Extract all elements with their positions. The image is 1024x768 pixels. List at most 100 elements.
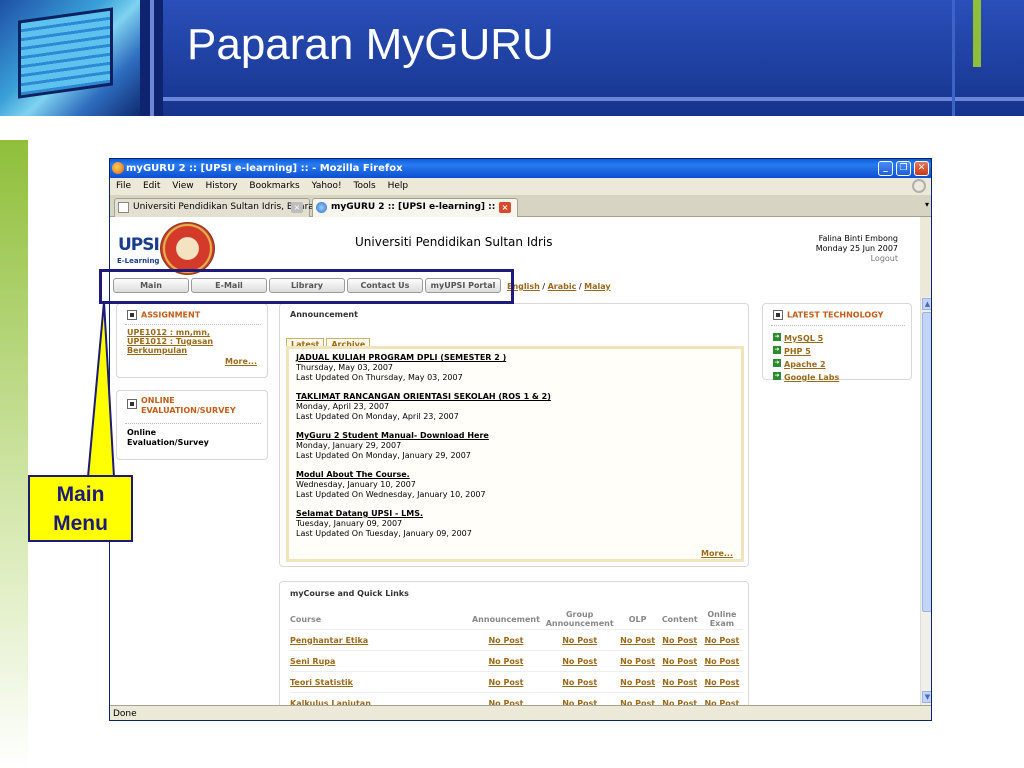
announcement-updated: Last Updated On Tuesday, January 09, 200… [296, 529, 472, 538]
cell-link[interactable]: No Post [616, 629, 659, 651]
arrow-right-icon: ➜ [773, 358, 781, 367]
cell-link[interactable]: No Post [616, 650, 659, 672]
cell-link[interactable]: No Post [658, 629, 701, 651]
technology-header: LATEST TECHNOLOGY [773, 310, 883, 320]
status-bar: Done [110, 705, 931, 720]
cell-link[interactable]: No Post [700, 650, 743, 672]
menu-history[interactable]: History [205, 178, 237, 195]
course-panel-title: myCourse and Quick Links [290, 589, 409, 598]
minimize-button[interactable]: _ [878, 161, 893, 176]
cell-link[interactable]: No Post [616, 671, 659, 693]
scroll-down-icon[interactable]: ▼ [922, 691, 931, 703]
announcement-date: Monday, April 23, 2007 [296, 402, 390, 411]
announcement-item: JADUAL KULIAH PROGRAM DPLI (SEMESTER 2 )… [296, 353, 551, 383]
technology-link[interactable]: Apache 2 [784, 360, 826, 369]
menu-view[interactable]: View [172, 178, 193, 195]
globe-icon [316, 202, 327, 213]
cell-link[interactable]: No Post [542, 671, 617, 693]
technology-link[interactable]: Google Labs [784, 373, 839, 382]
lang-separator: / [576, 282, 585, 291]
table-row: Seni Rupa No Post No Post No Post No Post No … [290, 650, 743, 672]
maximize-button[interactable]: ❐ [896, 161, 911, 176]
cell-link[interactable]: No Post [658, 671, 701, 693]
logout-link[interactable]: Logout [816, 254, 898, 264]
cell-link[interactable]: No Post [542, 629, 617, 651]
browser-window: myGURU 2 :: [UPSI e-learning] :: - Mozil… [109, 158, 932, 721]
document-icon [127, 310, 137, 320]
announcement-panel: Announcement Latest Archive JADUAL KULIAH… [279, 303, 749, 567]
cell-link[interactable]: No Post [658, 650, 701, 672]
lang-malay-link[interactable]: Malay [584, 282, 610, 291]
cell-link[interactable]: No Post [469, 629, 543, 651]
announcement-item: Selamat Datang UPSI - LMS. Tuesday, Janua… [296, 509, 551, 539]
assignment-link[interactable]: UPE1012 : mn,mn, [127, 328, 213, 337]
col-content: Content [658, 609, 701, 630]
course-link[interactable]: Seni Rupa [290, 650, 470, 672]
technology-title: LATEST TECHNOLOGY [787, 310, 884, 320]
col-course: Course [290, 609, 470, 630]
technology-link[interactable]: MySQL 5 [784, 334, 823, 343]
scrollbar-thumb[interactable] [922, 312, 931, 612]
announcement-link[interactable]: Selamat Datang UPSI - LMS. [296, 509, 551, 519]
vertical-scrollbar[interactable]: ▲ ▼ [920, 297, 931, 705]
table-row: Teori Statistik No Post No Post No Post No P… [290, 671, 743, 693]
menu-edit[interactable]: Edit [143, 178, 160, 195]
course-link[interactable]: Penghantar Etika [290, 629, 470, 651]
language-switcher: English / Arabic / Malay [507, 282, 611, 291]
cell-link[interactable]: No Post [469, 671, 543, 693]
assignment-link[interactable]: Berkumpulan [127, 346, 213, 355]
menu-file[interactable]: File [116, 178, 131, 195]
callout-line1: Main [56, 483, 105, 506]
announcement-date: Tuesday, January 09, 2007 [296, 519, 403, 528]
menu-bookmarks[interactable]: Bookmarks [249, 178, 299, 195]
announcement-link[interactable]: Modul About The Course. [296, 470, 551, 480]
tab-label: Universiti Pendidikan Sultan Idris, Bita… [133, 202, 314, 212]
header-green-accent [973, 0, 981, 67]
tab-list-chevron-icon[interactable]: ▾ [925, 200, 929, 209]
close-window-button[interactable]: ✕ [914, 161, 929, 176]
page-icon [118, 202, 129, 213]
arrow-right-icon: ➜ [773, 345, 781, 354]
announcement-date: Thursday, May 03, 2007 [296, 363, 393, 372]
cell-link[interactable]: No Post [469, 650, 543, 672]
document-icon [773, 310, 783, 320]
close-tab-icon[interactable]: × [499, 202, 511, 213]
menu-tools[interactable]: Tools [354, 178, 376, 195]
cell-link[interactable]: No Post [700, 671, 743, 693]
announcement-more-link[interactable]: More... [701, 549, 733, 558]
announcement-link[interactable]: JADUAL KULIAH PROGRAM DPLI (SEMESTER 2 ) [296, 353, 551, 363]
main-menu-callout: Main Menu [28, 475, 133, 542]
announcement-updated: Last Updated On Monday, January 29, 2007 [296, 451, 471, 460]
cell-link[interactable]: No Post [700, 629, 743, 651]
announcement-link[interactable]: TAKLIMAT RANCANGAN ORIENTASI SEKOLAH (RO… [296, 392, 551, 402]
tab-upsi[interactable]: Universiti Pendidikan Sultan Idris, Bita… [114, 198, 314, 217]
computer-monitor-illustration [0, 0, 140, 116]
menu-help[interactable]: Help [388, 178, 409, 195]
user-info: Falina Binti Embong Monday 25 Jun 2007 L… [816, 234, 898, 264]
announcement-updated: Last Updated On Wednesday, January 10, 2… [296, 490, 486, 499]
course-link[interactable]: Teori Statistik [290, 671, 470, 693]
course-panel: myCourse and Quick Links Course Announce… [279, 581, 749, 714]
course-table: Course Announcement Group Announcement O… [290, 609, 743, 714]
assignment-link[interactable]: UPE1012 : Tugasan [127, 337, 213, 346]
tab-myguru[interactable]: myGURU 2 :: [UPSI e-learning] :: × [312, 198, 518, 217]
announcement-title: Announcement [290, 310, 358, 319]
close-tab-icon[interactable]: × [291, 202, 303, 213]
evaluation-text-line2: Evaluation/Survey [127, 438, 209, 447]
firefox-icon [112, 162, 124, 174]
technology-link[interactable]: PHP 5 [784, 347, 811, 356]
cell-link[interactable]: No Post [542, 650, 617, 672]
user-name: Falina Binti Embong [818, 234, 898, 243]
assignment-more-link[interactable]: More... [225, 357, 257, 366]
lang-arabic-link[interactable]: Arabic [548, 282, 577, 291]
col-olp: OLP [616, 609, 659, 630]
tab-label: myGURU 2 :: [UPSI e-learning] :: [331, 202, 496, 212]
evaluation-title-line2: EVALUATION/SURVEY [141, 406, 236, 415]
col-group-announcement: Group Announcement [542, 609, 617, 630]
lang-separator: / [539, 282, 548, 291]
evaluation-title-line1: ONLINE [141, 396, 175, 405]
divider [771, 325, 905, 326]
announcement-link[interactable]: MyGuru 2 Student Manual- Download Here [296, 431, 551, 441]
scroll-up-icon[interactable]: ▲ [922, 298, 931, 310]
menu-yahoo[interactable]: Yahoo! [312, 178, 342, 195]
